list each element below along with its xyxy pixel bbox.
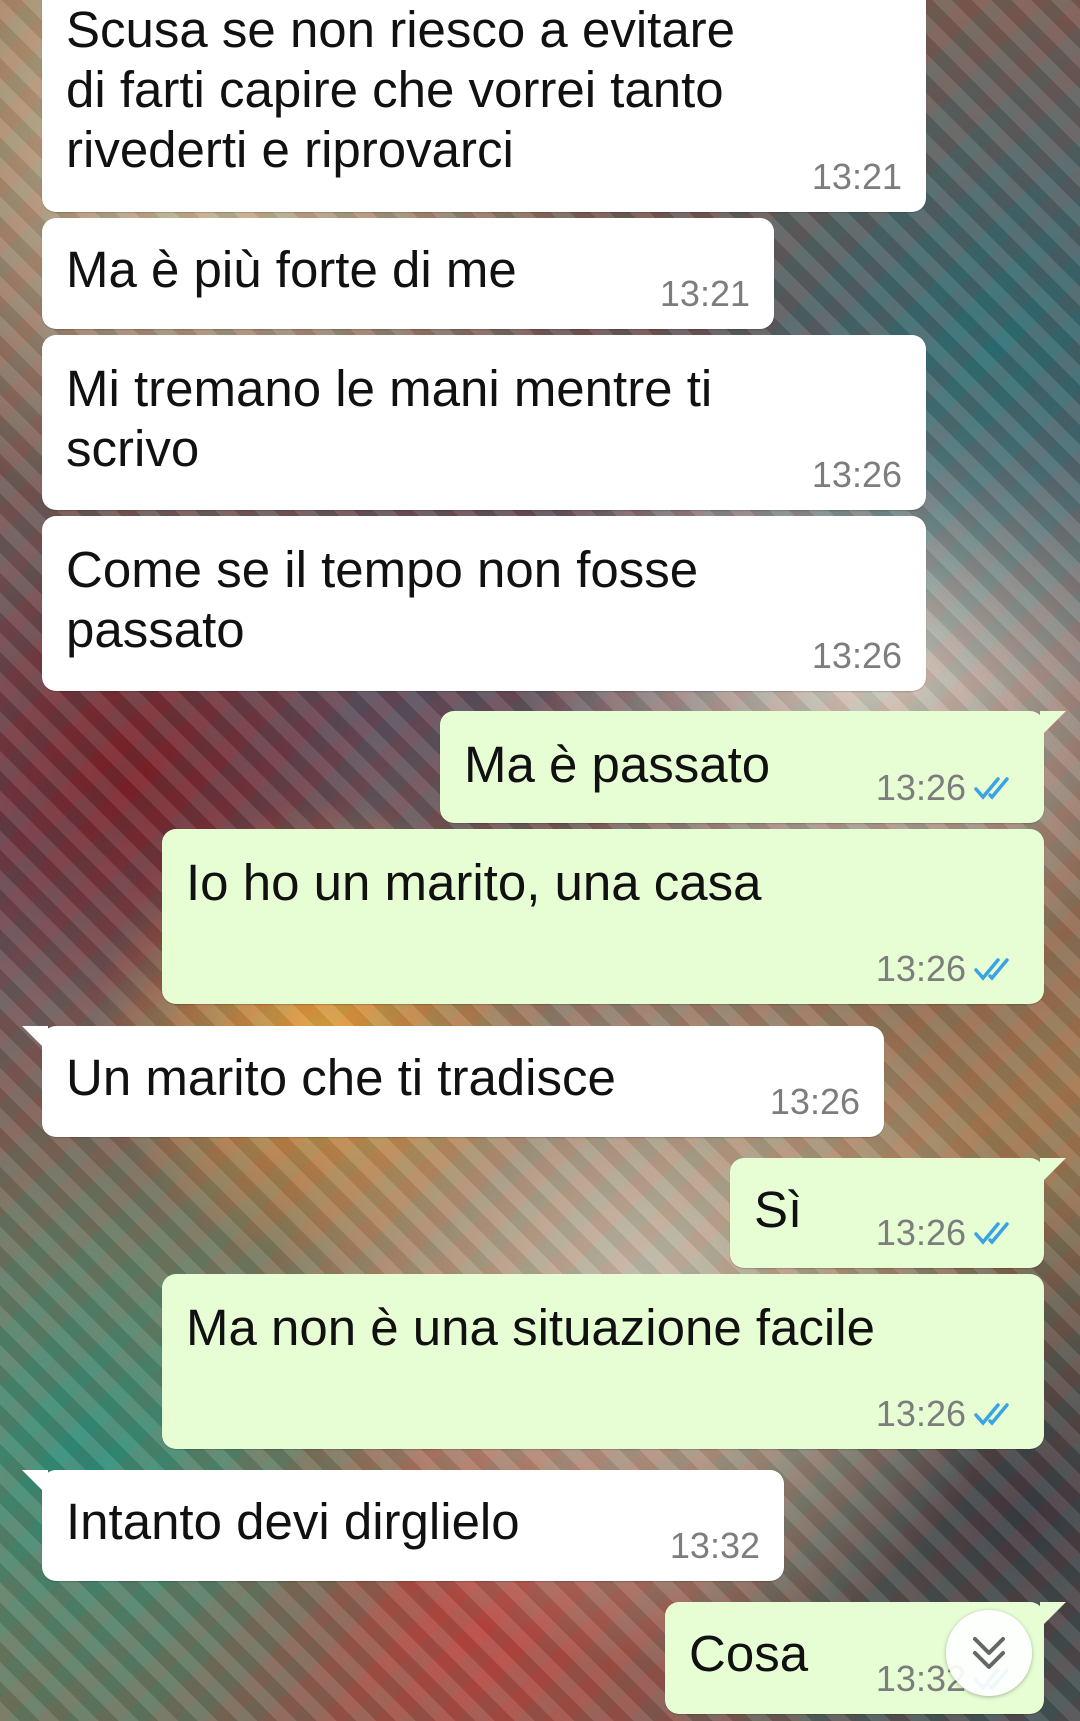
double-check-icon — [974, 958, 1009, 981]
incoming-message[interactable]: Come se il tempo non fosse passato 13:26 — [42, 516, 926, 691]
incoming-message[interactable]: Ma è più forte di me 13:21 — [42, 218, 774, 329]
message-time: 13:26 — [811, 635, 902, 676]
message-text: Io ho un marito, una casa — [186, 854, 762, 911]
chevron-double-down-icon — [973, 1637, 1005, 1669]
message-time: 13:21 — [659, 273, 750, 314]
message-text: Intanto devi dirglielo — [66, 1493, 520, 1550]
message-text: Sì — [754, 1181, 803, 1238]
message-text: Un marito che ti tradisce — [66, 1049, 616, 1106]
incoming-message[interactable]: Mi tremano le mani mentre ti scrivo 13:2… — [42, 335, 926, 510]
message-time: 13:26 — [875, 1393, 966, 1434]
message-text: Mi tremano le mani mentre ti scrivo — [66, 360, 713, 477]
double-check-icon — [974, 777, 1009, 800]
double-check-icon — [974, 1403, 1009, 1426]
incoming-message[interactable]: Un marito che ti tradisce 13:26 — [22, 1026, 884, 1137]
message-time: 13:21 — [811, 156, 902, 197]
message-time: 13:26 — [875, 948, 966, 989]
outgoing-message[interactable]: Io ho un marito, una casa 13:26 — [162, 829, 1044, 1004]
message-time: 13:26 — [811, 454, 902, 495]
message-time: 13:26 — [875, 1212, 966, 1253]
message-text: Ma non è una situazione facile — [186, 1299, 875, 1356]
message-time: 13:32 — [669, 1525, 760, 1566]
outgoing-message[interactable]: Sì 13:26 — [730, 1158, 1066, 1268]
double-check-icon — [974, 1222, 1009, 1245]
message-time: 13:26 — [769, 1081, 860, 1122]
scroll-to-bottom-button[interactable] — [946, 1610, 1032, 1696]
outgoing-message[interactable]: Ma è passato 13:26 — [440, 711, 1066, 823]
incoming-message[interactable]: Intanto devi dirglielo 13:32 — [22, 1470, 784, 1581]
message-text: Ma è più forte di me — [66, 241, 517, 298]
message-text: Cosa — [689, 1625, 809, 1682]
message-text: Come se il tempo non fosse passato — [66, 541, 699, 658]
outgoing-message[interactable]: Ma non è una situazione facile 13:26 — [162, 1274, 1044, 1449]
incoming-message[interactable]: Scusa se non riesco a evitare di farti c… — [42, 0, 926, 212]
message-text: Ma è passato — [464, 736, 771, 793]
message-time: 13:26 — [875, 767, 966, 808]
message-text: Scusa se non riesco a evitare di farti c… — [66, 1, 736, 178]
